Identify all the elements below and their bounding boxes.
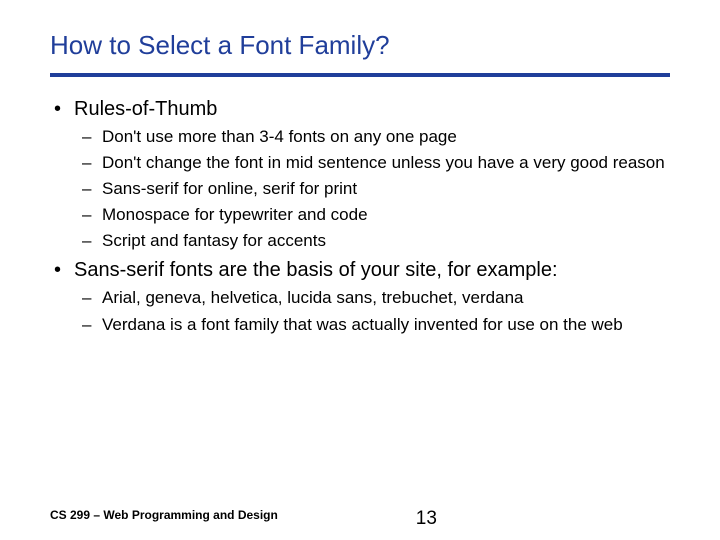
sub-bullet: Don't change the font in mid sentence un… (102, 152, 670, 174)
slide-body: Rules-of-Thumb Don't use more than 3-4 f… (50, 97, 670, 336)
bullet-text: Rules-of-Thumb (74, 98, 217, 120)
footer-page-number: 13 (416, 508, 437, 530)
footer-course-label: CS 299 – Web Programming and Design (50, 508, 278, 522)
title-divider (50, 73, 670, 77)
bullet-rules-of-thumb: Rules-of-Thumb Don't use more than 3-4 f… (74, 97, 670, 252)
sub-bullet: Arial, geneva, helvetica, lucida sans, t… (102, 287, 670, 309)
sub-bullet: Sans-serif for online, serif for print (102, 178, 670, 200)
sub-bullet: Verdana is a font family that was actual… (102, 314, 670, 336)
sub-bullet: Monospace for typewriter and code (102, 204, 670, 226)
bullet-text: Sans-serif fonts are the basis of your s… (74, 259, 558, 281)
bullet-sans-serif: Sans-serif fonts are the basis of your s… (74, 258, 670, 335)
sub-bullet: Script and fantasy for accents (102, 230, 670, 252)
sub-bullet: Don't use more than 3-4 fonts on any one… (102, 126, 670, 148)
slide-footer: CS 299 – Web Programming and Design 13 (50, 508, 670, 522)
slide-title: How to Select a Font Family? (50, 30, 670, 61)
